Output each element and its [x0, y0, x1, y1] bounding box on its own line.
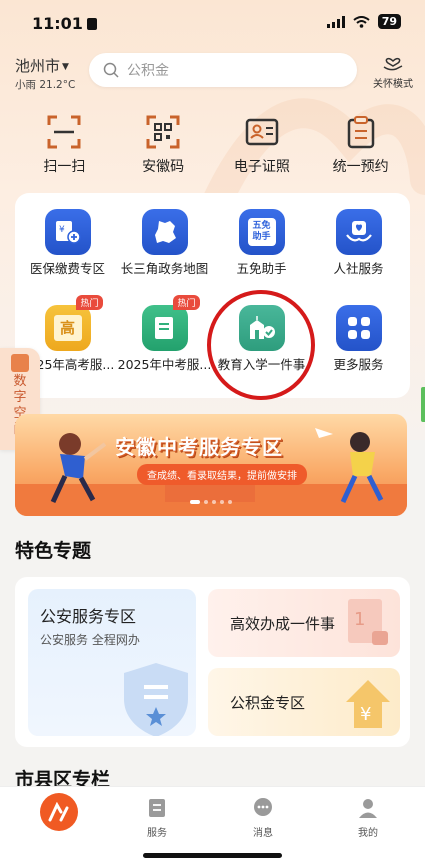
scan-label: 扫一扫 — [43, 159, 86, 175]
service-social[interactable]: 人社服务 — [311, 209, 406, 277]
social-service-icon — [335, 209, 382, 255]
tab-profile[interactable]: 我的 — [323, 787, 413, 839]
care-mode-label: 关怀模式 — [373, 79, 413, 90]
police-zone-title: 公安服务专区 — [40, 607, 137, 626]
featured-section-title: 特色专题 — [15, 540, 92, 562]
service-label: 长三角政务地图 — [120, 261, 209, 276]
service-medical-payment[interactable]: ¥ 医保缴费专区 — [20, 209, 115, 277]
service-yrd-map[interactable]: 长三角政务地图 — [117, 209, 212, 277]
medical-payment-icon: ¥ — [44, 209, 91, 255]
highlight-circle — [207, 290, 315, 400]
five-free-icon: 五免 助手 — [238, 209, 285, 255]
service-icon — [144, 795, 170, 821]
exam-doc-icon: 热门 — [141, 295, 200, 351]
service-label: 人社服务 — [333, 261, 384, 276]
exam-icon-text: 高 — [53, 315, 82, 341]
police-zone-subtitle: 公安服务 全程网办 — [40, 633, 140, 647]
anhui-code-label: 安徽码 — [142, 159, 185, 175]
hot-badge: 热门 — [173, 295, 200, 310]
e-license-label: 电子证照 — [233, 159, 290, 175]
svg-text:¥: ¥ — [59, 225, 65, 235]
scroll-edge-indicator — [421, 387, 425, 422]
message-icon — [250, 795, 276, 821]
map-icon — [141, 209, 188, 255]
search-placeholder: 公积金 — [127, 63, 169, 79]
search-icon — [103, 62, 119, 78]
care-mode-button[interactable]: 关怀模式 — [368, 52, 418, 90]
care-hand-icon — [383, 57, 403, 71]
efficient-title: 高效办成一件事 — [230, 615, 336, 633]
anhui-code-button[interactable]: 安徽码 — [116, 112, 211, 176]
banner-subtitle: 查成绩、看录取结果，提前做安排 — [137, 464, 307, 485]
tab-home[interactable] — [14, 787, 104, 831]
police-service-zone[interactable]: 公安服务专区 公安服务 全程网办 — [28, 589, 196, 736]
featured-topics: 公安服务专区 公安服务 全程网办 高效办成一件事 1 公积金专区 ¥ — [15, 577, 410, 747]
service-five-free[interactable]: 五免 助手 五免助手 — [214, 209, 309, 277]
svg-text:¥: ¥ — [360, 704, 371, 725]
zhongkao-banner[interactable]: 安徽中考服务专区 查成绩、看录取结果，提前做安排 — [15, 414, 407, 516]
hot-badge: 热门 — [76, 295, 103, 310]
exam-icon: 高 热门 — [44, 295, 103, 351]
reservation-button[interactable]: 统一预约 — [313, 112, 408, 176]
status-time: 11:01 — [32, 14, 97, 33]
clipboard-icon — [341, 112, 381, 152]
tab-label: 我的 — [358, 828, 378, 839]
cube-icon — [11, 354, 29, 372]
service-label: 五免助手 — [236, 261, 287, 276]
document-stamp-icon: 1 — [348, 599, 388, 645]
house-yuan-icon: ¥ — [346, 680, 390, 728]
five-free-icon-text: 五免 助手 — [247, 218, 276, 246]
provident-fund-title: 公积金专区 — [230, 694, 306, 712]
home-logo-icon — [40, 793, 78, 831]
qr-code-icon — [143, 112, 183, 152]
search-input[interactable]: 公积金 — [89, 53, 357, 87]
tab-message[interactable]: 消息 — [218, 787, 308, 839]
carousel-dots[interactable] — [15, 489, 407, 508]
reservation-label: 统一预约 — [332, 159, 389, 175]
scan-button[interactable]: 扫一扫 — [17, 112, 112, 176]
service-zhongkao[interactable]: 热门 2025年中考服... — [117, 295, 212, 373]
tab-label: 消息 — [253, 828, 273, 839]
bottom-tab-bar: 服务 消息 我的 — [0, 786, 425, 867]
shield-icon — [124, 663, 188, 736]
svg-text:1: 1 — [354, 609, 365, 630]
chevron-down-icon: ▼ — [62, 62, 69, 72]
wifi-icon — [353, 15, 370, 28]
service-more[interactable]: 更多服务 — [311, 305, 406, 373]
provident-fund-zone[interactable]: 公积金专区 ¥ — [208, 668, 400, 736]
service-label: 更多服务 — [333, 357, 384, 372]
tab-label: 服务 — [147, 828, 167, 839]
efficient-one-thing[interactable]: 高效办成一件事 1 — [208, 589, 400, 657]
tab-service[interactable]: 服务 — [112, 787, 202, 839]
home-indicator — [143, 853, 282, 858]
service-label: 2025年中考服... — [117, 357, 212, 372]
banner-title: 安徽中考服务专区 — [115, 435, 283, 459]
status-bar: 11:01 79 — [0, 0, 425, 46]
quick-actions: 扫一扫 安徽码 电子证照 统一预约 — [15, 112, 410, 176]
id-card-icon — [242, 112, 282, 152]
profile-icon — [355, 795, 381, 821]
scan-icon — [44, 112, 84, 152]
battery-level: 79 — [377, 14, 401, 29]
weather-info: 小雨 21.2°C — [15, 79, 76, 91]
signal-icon — [326, 15, 345, 28]
more-grid-icon — [335, 305, 382, 351]
service-label: 医保缴费专区 — [29, 261, 105, 276]
city-selector[interactable]: 池州市 ▼ — [15, 55, 69, 76]
e-license-button[interactable]: 电子证照 — [214, 112, 309, 176]
